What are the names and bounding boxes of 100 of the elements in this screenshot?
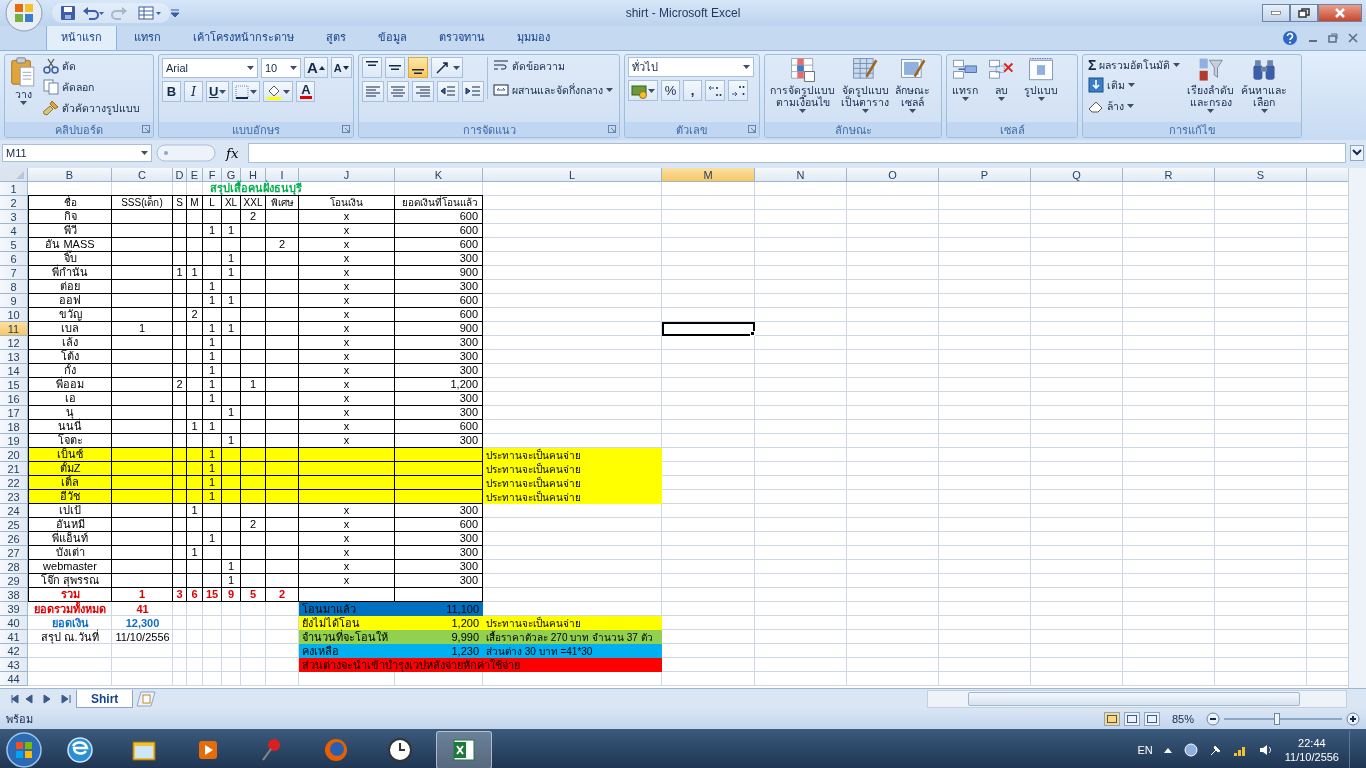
row-header[interactable]: 27 — [0, 546, 28, 560]
row-header[interactable]: 22 — [0, 476, 28, 490]
row-header[interactable]: 13 — [0, 350, 28, 364]
wrap-text-button[interactable]: ตัดข้อความ — [491, 57, 615, 75]
column-header[interactable]: F — [203, 168, 222, 182]
row-header[interactable]: 38 — [0, 588, 28, 602]
format-painter-button[interactable]: ตัวคัดวางรูปแบบ — [41, 99, 142, 117]
column-header[interactable]: J — [299, 168, 395, 182]
autosum-button[interactable]: Σ ผลรวมอัตโนมัติ — [1086, 57, 1183, 73]
column-header[interactable]: K — [395, 168, 483, 182]
row-header[interactable]: 24 — [0, 504, 28, 518]
column-header[interactable]: B — [28, 168, 112, 182]
row-header[interactable]: 17 — [0, 406, 28, 420]
row-header[interactable]: 21 — [0, 462, 28, 476]
font-size-field[interactable]: 10 — [261, 57, 301, 78]
customize-icon[interactable] — [170, 8, 180, 18]
find-select-button[interactable]: ค้นหาและ เลือก — [1239, 57, 1290, 113]
start-button-icon[interactable] — [4, 730, 44, 768]
row-header[interactable]: 5 — [0, 238, 28, 252]
bold-button[interactable]: B — [162, 81, 181, 102]
column-header[interactable]: L — [483, 168, 662, 182]
row-header[interactable]: 4 — [0, 224, 28, 238]
column-header[interactable]: H — [241, 168, 266, 182]
column-header[interactable]: S — [1215, 168, 1307, 182]
decrease-decimal-button[interactable] — [728, 80, 748, 101]
undo-icon[interactable] — [82, 5, 104, 21]
vertical-scrollbar[interactable] — [1348, 168, 1366, 688]
column-header[interactable]: I — [266, 168, 299, 182]
paste-button[interactable]: วาง — [8, 57, 38, 105]
row-header[interactable]: 18 — [0, 420, 28, 434]
row-header[interactable]: 1 — [0, 182, 28, 196]
normal-view-button[interactable] — [1103, 712, 1120, 726]
row-header[interactable]: 44 — [0, 672, 28, 686]
row-header[interactable]: 7 — [0, 266, 28, 280]
delete-cells-button[interactable]: ลบ — [986, 57, 1016, 101]
row-header[interactable]: 6 — [0, 252, 28, 266]
sort-filter-button[interactable]: เรียงลำดับ และกรอง — [1185, 57, 1237, 113]
font-name-field[interactable]: Arial — [162, 57, 258, 78]
ribbon-tab[interactable]: ตรวจทาน — [424, 23, 500, 50]
name-box[interactable]: M11 — [2, 144, 152, 162]
minimize-button[interactable] — [1262, 4, 1290, 22]
sheet-tab[interactable]: Shirt — [76, 690, 134, 708]
network-icon[interactable] — [1182, 742, 1199, 758]
orientation-button[interactable] — [431, 57, 463, 78]
taskbar-app[interactable] — [436, 731, 492, 768]
increase-indent-button[interactable] — [462, 81, 484, 102]
row-header[interactable]: 19 — [0, 434, 28, 448]
row-header[interactable]: 15 — [0, 378, 28, 392]
column-header[interactable]: N — [755, 168, 847, 182]
cell-styles-button[interactable]: ลักษณะ เซลล์ — [893, 57, 932, 113]
ribbon-tab[interactable]: เค้าโครงหน้ากระดาษ — [178, 23, 309, 50]
column-header[interactable]: O — [847, 168, 939, 182]
row-header[interactable]: 9 — [0, 294, 28, 308]
row-header[interactable]: 28 — [0, 560, 28, 574]
row-header[interactable]: 14 — [0, 364, 28, 378]
show-hidden-icon[interactable] — [1162, 746, 1173, 754]
office-logo-icon[interactable] — [4, 0, 44, 33]
merge-center-button[interactable]: ผสานและจัดกึ่งกลาง — [491, 81, 615, 99]
save-icon[interactable] — [60, 5, 76, 21]
format-table-button[interactable]: จัดรูปแบบ เป็นตาราง — [839, 57, 891, 113]
column-header[interactable]: D — [173, 168, 187, 182]
row-header[interactable]: 8 — [0, 280, 28, 294]
insert-cells-button[interactable]: แทรก — [950, 57, 980, 101]
dialog-launcher-icon[interactable] — [748, 125, 756, 133]
formula-field[interactable] — [248, 143, 1346, 163]
comma-button[interactable]: , — [683, 80, 702, 101]
font-color-button[interactable]: A — [296, 81, 316, 102]
borders-button[interactable] — [232, 81, 261, 102]
ribbon-tab[interactable]: มุมมอง — [502, 23, 565, 50]
vertical-align-button[interactable] — [408, 57, 428, 78]
ribbon-tab[interactable]: ข้อมูล — [363, 23, 422, 50]
restore-icon[interactable] — [1328, 33, 1338, 43]
row-header[interactable]: 43 — [0, 658, 28, 672]
dialog-launcher-icon[interactable] — [342, 125, 350, 133]
active-cell[interactable] — [662, 322, 755, 336]
row-header[interactable]: 3 — [0, 210, 28, 224]
vertical-align-button[interactable] — [362, 57, 382, 78]
fill-color-button[interactable] — [263, 81, 294, 102]
row-header[interactable]: 41 — [0, 630, 28, 644]
page-break-button[interactable] — [1143, 712, 1160, 726]
ribbon-tab[interactable]: สูตร — [311, 23, 361, 50]
row-header[interactable]: 40 — [0, 616, 28, 630]
help-icon[interactable] — [1282, 30, 1298, 46]
language-indicator[interactable]: EN — [1137, 744, 1153, 756]
row-header[interactable]: 23 — [0, 490, 28, 504]
copy-button[interactable]: คัดลอก — [41, 78, 142, 96]
decrease-indent-button[interactable] — [437, 81, 459, 102]
column-header[interactable]: C — [112, 168, 173, 182]
row-header[interactable]: 39 — [0, 602, 28, 616]
column-header[interactable]: E — [187, 168, 203, 182]
conditional-format-button[interactable]: การจัดรูปแบบ ตามเงื่อนไข — [768, 57, 837, 113]
underline-button[interactable]: U — [206, 81, 230, 102]
clear-button[interactable]: ล้าง — [1086, 97, 1183, 115]
row-header[interactable]: 11 — [0, 322, 28, 336]
vertical-align-button[interactable] — [385, 57, 405, 78]
restore-button[interactable] — [1290, 4, 1318, 22]
column-header[interactable]: R — [1123, 168, 1215, 182]
ribbon-tab[interactable]: แทรก — [119, 23, 176, 50]
row-header[interactable]: 26 — [0, 532, 28, 546]
shrink-font-button[interactable]: A — [330, 57, 352, 78]
